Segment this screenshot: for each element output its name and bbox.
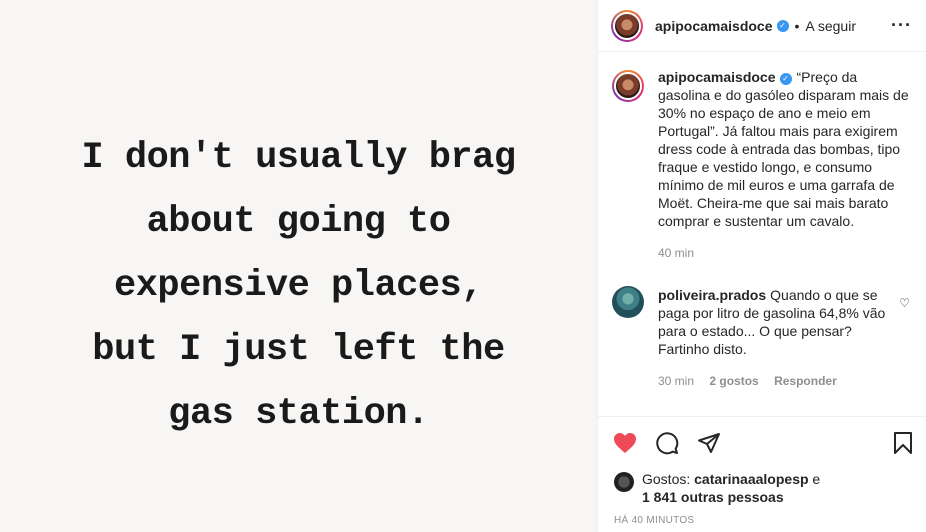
quote-text: I don't usually brag about going to expe… (81, 126, 516, 446)
verified-badge-icon: ✓ (779, 73, 792, 85)
post-side-panel: apipocamaisdoce ✓ • A seguir ··· apipoca… (597, 0, 926, 532)
likes-others[interactable]: 1 841 outras pessoas (642, 489, 784, 505)
post-header: apipocamaisdoce ✓ • A seguir ··· (598, 0, 926, 52)
caption: apipocamaisdoce ✓ “Preço da gasolina e do … (612, 68, 910, 262)
caption-username[interactable]: apipocamaisdoce (658, 69, 776, 85)
comment-likes[interactable]: 2 gostos (709, 374, 758, 388)
likes-prefix: Gostos: (642, 471, 691, 487)
likes-summary: Gostos: catarinaaalopesp e 1 841 outras … (614, 470, 910, 506)
save-bookmark-icon[interactable] (890, 430, 916, 456)
quote-line: expensive places, (114, 265, 483, 307)
quote-line: but I just left the (92, 329, 505, 371)
liker-avatar[interactable] (614, 472, 634, 492)
verified-badge-icon: ✓ (776, 19, 789, 32)
comment-time[interactable]: 30 min (658, 374, 694, 388)
author-avatar[interactable] (611, 9, 643, 42)
post-timestamp[interactable]: HÁ 40 MINUTOS (614, 515, 694, 526)
caption-avatar[interactable] (612, 70, 644, 102)
comment-item: poliveira.prados Quando o que se paga por… (612, 286, 910, 390)
comment-icon[interactable] (654, 430, 680, 456)
reply-button[interactable]: Responder (774, 374, 837, 388)
quote-line: I don't usually brag (81, 137, 516, 179)
post-image: I don't usually brag about going to expe… (0, 0, 597, 532)
comment-like-heart-icon[interactable]: ♡ (899, 296, 910, 310)
comments-section[interactable]: apipocamaisdoce ✓ “Preço da gasolina e do … (598, 52, 926, 414)
following-button[interactable]: A seguir (805, 18, 856, 34)
caption-text: “Preço da gasolina e do gasóleo disparam… (658, 69, 909, 229)
separator-dot: • (794, 17, 800, 34)
action-bar (598, 416, 926, 468)
caption-time[interactable]: 40 min (658, 246, 694, 260)
likes-connector: e (812, 471, 821, 487)
liker-username[interactable]: catarinaaalopesp (694, 471, 808, 487)
quote-line: gas station. (168, 393, 429, 435)
more-options-icon[interactable]: ··· (891, 15, 912, 36)
like-heart-icon[interactable] (612, 430, 638, 456)
commenter-avatar[interactable] (612, 286, 644, 318)
quote-line: about going to (146, 201, 451, 243)
commenter-username[interactable]: poliveira.prados (658, 287, 766, 303)
share-icon[interactable] (696, 430, 722, 456)
author-username[interactable]: apipocamaisdoce (655, 18, 773, 34)
